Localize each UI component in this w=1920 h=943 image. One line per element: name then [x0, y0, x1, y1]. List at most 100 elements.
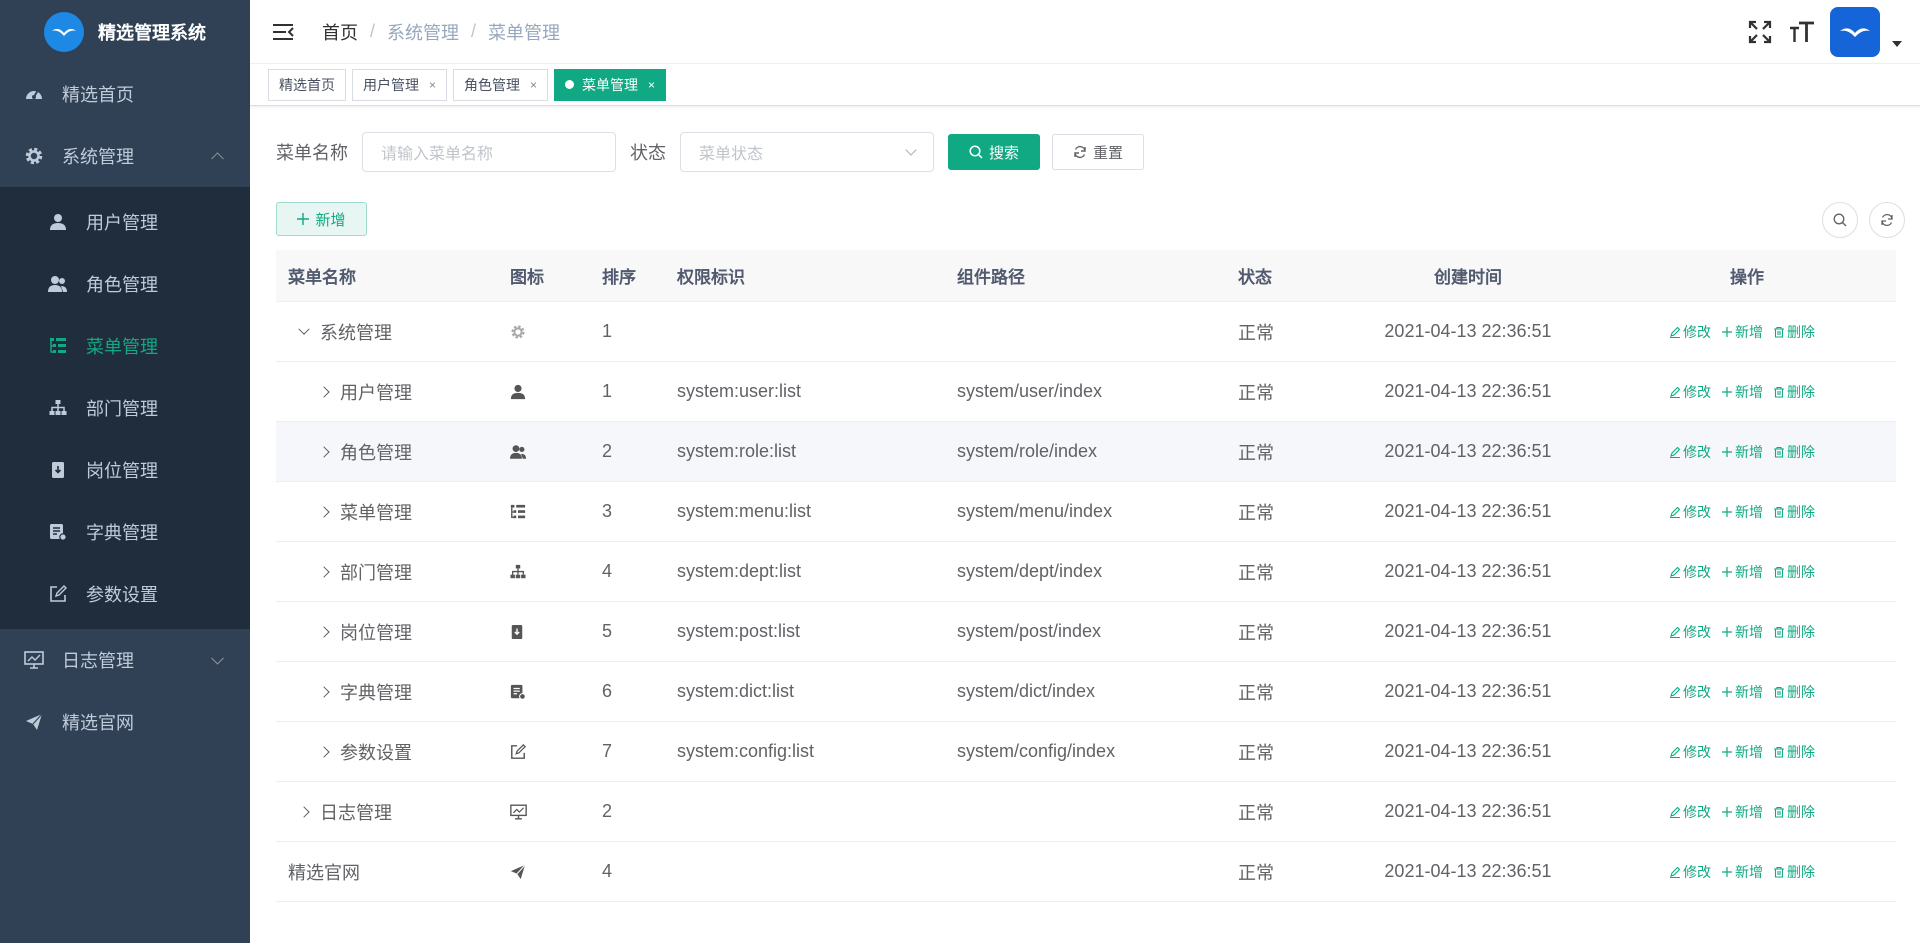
- delete-button[interactable]: 删除: [1773, 742, 1815, 762]
- expand-right-icon[interactable]: [316, 504, 332, 520]
- edit-button[interactable]: 修改: [1669, 622, 1711, 642]
- add-child-button[interactable]: 新增: [1721, 682, 1763, 702]
- edit-button[interactable]: 修改: [1669, 682, 1711, 702]
- close-icon[interactable]: ×: [530, 78, 537, 92]
- cell-ops: 修改 新增 删除: [1598, 862, 1896, 882]
- close-icon[interactable]: ×: [648, 78, 655, 92]
- edit-button[interactable]: 修改: [1669, 442, 1711, 462]
- breadcrumb-home[interactable]: 首页: [322, 19, 358, 45]
- add-child-button[interactable]: 新增: [1721, 322, 1763, 342]
- status-select[interactable]: 菜单状态: [680, 132, 934, 172]
- tag-users[interactable]: 用户管理 ×: [352, 68, 448, 101]
- expand-down-icon[interactable]: [296, 324, 312, 340]
- add-child-button[interactable]: 新增: [1721, 622, 1763, 642]
- cell-ops: 修改 新增 删除: [1598, 802, 1896, 822]
- cell-perm: system:post:list: [677, 621, 801, 641]
- col-header-name: 菜单名称: [288, 268, 356, 287]
- expand-right-icon[interactable]: [296, 804, 312, 820]
- sidebar-item-home[interactable]: 精选首页: [0, 63, 250, 125]
- cell-name: 参数设置: [276, 739, 510, 765]
- edit-button[interactable]: 修改: [1669, 502, 1711, 522]
- trash-icon: [1773, 506, 1785, 518]
- sidebar-item-users[interactable]: 用户管理: [0, 191, 250, 253]
- cell-sort: 1: [602, 381, 613, 401]
- delete-button[interactable]: 删除: [1773, 442, 1815, 462]
- tag-menus[interactable]: 菜单管理 ×: [554, 68, 667, 101]
- refresh-table-button[interactable]: [1869, 202, 1905, 238]
- expand-right-icon[interactable]: [316, 744, 332, 760]
- table-row: 部门管理 4 system:dept:list system/dept/index 正常…: [276, 542, 1896, 602]
- close-icon[interactable]: ×: [429, 78, 436, 92]
- add-child-button[interactable]: 新增: [1721, 562, 1763, 582]
- cell-name: 部门管理: [276, 559, 510, 585]
- search-button[interactable]: 搜索: [948, 134, 1041, 170]
- expand-right-icon[interactable]: [316, 384, 332, 400]
- trash-icon: [1773, 746, 1785, 758]
- table-row: 用户管理 1 system:user:list system/user/index 正常…: [276, 362, 1896, 422]
- tag-roles[interactable]: 角色管理 ×: [453, 68, 549, 101]
- delete-button[interactable]: 删除: [1773, 322, 1815, 342]
- edit-button[interactable]: 修改: [1669, 862, 1711, 882]
- delete-button[interactable]: 删除: [1773, 802, 1815, 822]
- edit-icon: [1669, 566, 1681, 578]
- col-header-component: 组件路径: [957, 268, 1025, 287]
- edit-button[interactable]: 修改: [1669, 382, 1711, 402]
- logo[interactable]: 精选管理系统: [0, 0, 250, 63]
- sidebar-item-depts[interactable]: 部门管理: [0, 377, 250, 439]
- tree-table-icon: [48, 336, 68, 356]
- delete-button[interactable]: 删除: [1773, 502, 1815, 522]
- fullscreen-icon[interactable]: [1746, 18, 1774, 46]
- gear-icon: [510, 324, 526, 340]
- add-child-button[interactable]: 新增: [1721, 442, 1763, 462]
- delete-button[interactable]: 删除: [1773, 682, 1815, 702]
- toggle-search-button[interactable]: [1822, 202, 1858, 238]
- menu-name: 参数设置: [340, 742, 412, 763]
- edit-button[interactable]: 修改: [1669, 562, 1711, 582]
- menu-name-input[interactable]: 请输入菜单名称: [362, 132, 616, 172]
- sidebar-item-website[interactable]: 精选官网: [0, 691, 250, 753]
- add-child-button[interactable]: 新增: [1721, 382, 1763, 402]
- edit-button[interactable]: 修改: [1669, 322, 1711, 342]
- expand-right-icon[interactable]: [316, 624, 332, 640]
- add-button[interactable]: 新增: [276, 202, 367, 236]
- edit-icon: [1669, 446, 1681, 458]
- add-child-button[interactable]: 新增: [1721, 502, 1763, 522]
- cell-perm: system:config:list: [677, 741, 815, 761]
- sidebar-item-posts[interactable]: 岗位管理: [0, 439, 250, 501]
- delete-button[interactable]: 删除: [1773, 622, 1815, 642]
- edit-button[interactable]: 修改: [1669, 742, 1711, 762]
- cell-status: 正常: [1238, 622, 1274, 643]
- menu-name: 部门管理: [340, 562, 412, 583]
- cell-time: 2021-04-13 22:36:51: [1384, 621, 1552, 641]
- sidebar-item-system[interactable]: 系统管理: [0, 125, 250, 187]
- sidebar-item-menus[interactable]: 菜单管理: [0, 315, 250, 377]
- cell-sort: 1: [602, 321, 613, 341]
- add-child-button[interactable]: 新增: [1721, 742, 1763, 762]
- cell-time: 2021-04-13 22:36:51: [1384, 561, 1552, 581]
- sidebar-item-roles[interactable]: 角色管理: [0, 253, 250, 315]
- avatar[interactable]: [1830, 7, 1880, 57]
- edit-button[interactable]: 修改: [1669, 802, 1711, 822]
- delete-button[interactable]: 删除: [1773, 862, 1815, 882]
- tag-home[interactable]: 精选首页: [268, 68, 346, 101]
- delete-label: 删除: [1787, 383, 1815, 400]
- edit-icon: [510, 743, 526, 760]
- sidebar-item-dicts[interactable]: 字典管理: [0, 501, 250, 563]
- hamburger-icon[interactable]: [272, 22, 296, 42]
- cell-status: 正常: [1238, 382, 1274, 403]
- caret-down-icon[interactable]: [1892, 41, 1902, 47]
- sidebar-item-config[interactable]: 参数设置: [0, 563, 250, 625]
- delete-button[interactable]: 删除: [1773, 562, 1815, 582]
- expand-right-icon[interactable]: [316, 444, 332, 460]
- trash-icon: [1773, 446, 1785, 458]
- add-child-button[interactable]: 新增: [1721, 862, 1763, 882]
- sidebar-item-logs[interactable]: 日志管理: [0, 629, 250, 691]
- delete-button[interactable]: 删除: [1773, 382, 1815, 402]
- add-child-button[interactable]: 新增: [1721, 802, 1763, 822]
- expand-right-icon[interactable]: [316, 564, 332, 580]
- delete-label: 删除: [1787, 863, 1815, 880]
- font-size-icon[interactable]: [1788, 18, 1816, 46]
- reset-button[interactable]: 重置: [1052, 134, 1145, 170]
- refresh-icon: [1880, 213, 1894, 227]
- expand-right-icon[interactable]: [316, 684, 332, 700]
